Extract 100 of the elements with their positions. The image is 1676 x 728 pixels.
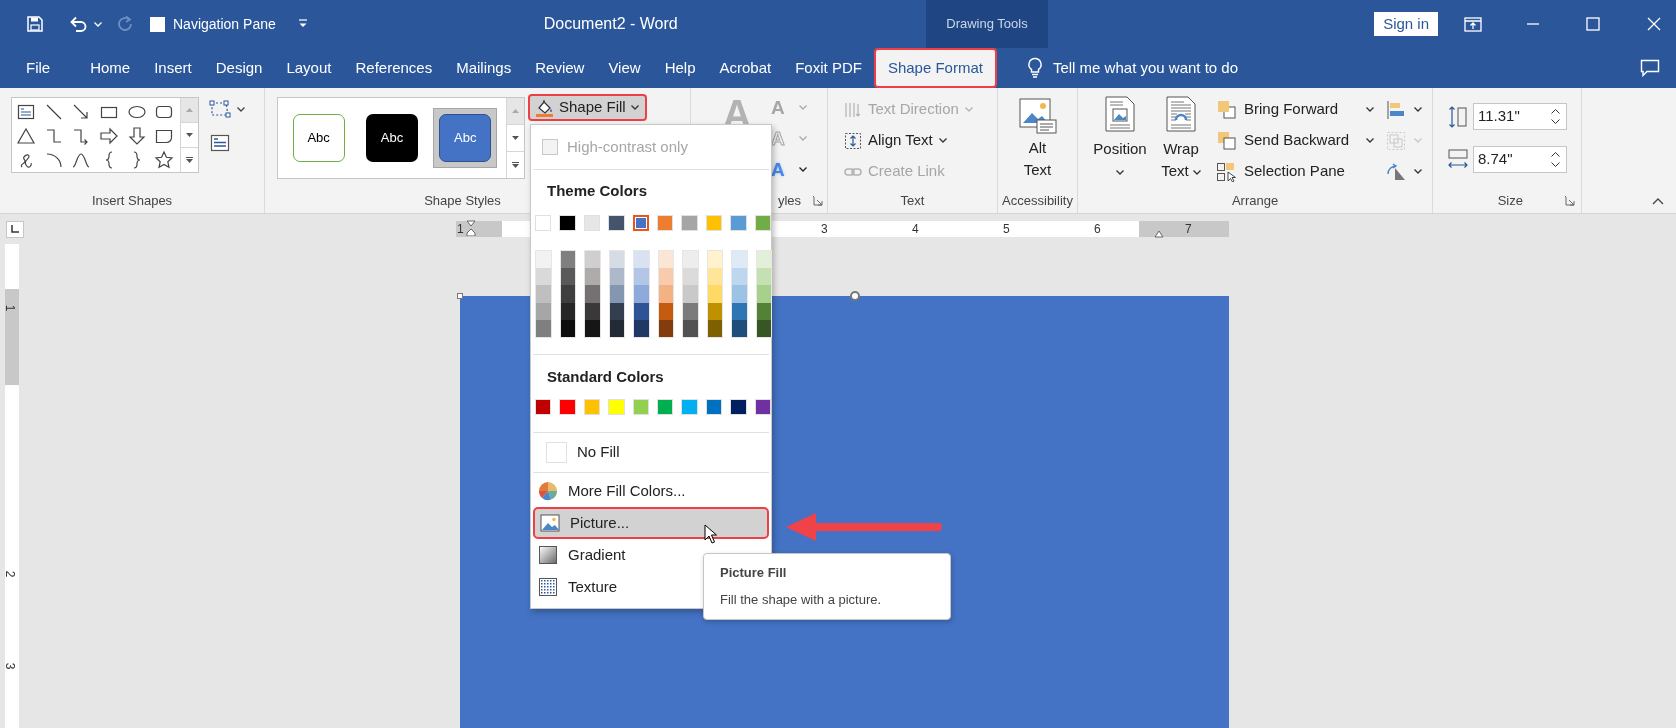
color-swatch[interactable] xyxy=(683,268,698,286)
color-swatch[interactable] xyxy=(707,268,722,286)
color-swatch[interactable] xyxy=(560,251,575,269)
spin-up-button[interactable] xyxy=(1551,152,1560,157)
alt-text-button[interactable]: Alt Text xyxy=(1017,98,1058,190)
maximize-icon[interactable] xyxy=(1586,17,1600,31)
right-arrow-icon[interactable] xyxy=(99,126,119,146)
group-label: Size xyxy=(1497,192,1523,211)
color-swatch[interactable] xyxy=(609,268,624,286)
redo-icon[interactable] xyxy=(116,15,134,33)
ribbon-tab[interactable]: Acrobat xyxy=(707,48,784,88)
color-swatch[interactable] xyxy=(536,285,551,303)
tell-me-search[interactable]: Tell me what you want to do xyxy=(1052,56,1239,80)
menu-item[interactable]: No Fill xyxy=(533,432,769,473)
wrap-text-button[interactable]: Wrap Text xyxy=(1156,96,1206,190)
width-field[interactable]: 8.74" xyxy=(1473,146,1567,173)
color-swatch[interactable] xyxy=(756,251,771,269)
color-swatch[interactable] xyxy=(732,268,747,286)
color-swatch[interactable] xyxy=(756,285,771,303)
align-text-button[interactable]: Align Text xyxy=(844,129,947,152)
indent-marker-icon[interactable] xyxy=(466,220,476,236)
caret-icon xyxy=(1414,107,1422,112)
height-field[interactable]: 11.31" xyxy=(1473,103,1567,130)
color-swatch[interactable] xyxy=(683,285,698,303)
more-icon xyxy=(186,157,193,163)
dialog-launcher-icon[interactable] xyxy=(813,196,823,207)
ribbon-tab[interactable]: Home xyxy=(78,48,143,88)
collapse-ribbon-icon[interactable] xyxy=(1652,198,1664,205)
color-swatch[interactable] xyxy=(634,268,649,286)
section-heading: Standard Colors xyxy=(547,367,664,385)
color-swatch[interactable] xyxy=(683,251,698,269)
save-icon[interactable] xyxy=(26,15,44,33)
color-swatch[interactable] xyxy=(609,251,624,269)
undo-icon[interactable] xyxy=(68,15,88,33)
caret-icon xyxy=(1366,107,1374,112)
ribbon-display-options-icon[interactable] xyxy=(1464,16,1482,32)
color-swatch[interactable] xyxy=(634,251,649,269)
color-swatch[interactable] xyxy=(634,285,649,303)
color-swatch[interactable] xyxy=(658,268,673,286)
color-swatch[interactable] xyxy=(658,285,673,303)
group-objects-icon xyxy=(1386,130,1406,151)
ribbon-tab[interactable]: Insert xyxy=(142,48,204,88)
ribbon-tab[interactable]: Review xyxy=(523,48,597,88)
close-icon[interactable] xyxy=(1647,17,1661,31)
more-icon xyxy=(512,162,519,168)
edit-shape-icon[interactable] xyxy=(209,99,231,119)
down-arrow-icon[interactable] xyxy=(126,126,147,146)
color-swatch[interactable] xyxy=(585,285,600,303)
ribbon-tab[interactable]: Help xyxy=(652,48,708,88)
star-icon[interactable] xyxy=(154,150,175,170)
caret-icon xyxy=(798,167,807,172)
sign-in-button[interactable]: Sign in xyxy=(1374,12,1438,36)
position-button[interactable]: Position xyxy=(1088,96,1152,190)
color-swatch[interactable] xyxy=(560,268,575,286)
color-swatch[interactable] xyxy=(707,251,722,269)
color-swatch[interactable] xyxy=(585,251,600,269)
right-indent-marker-icon[interactable] xyxy=(1154,230,1164,238)
color-swatch[interactable] xyxy=(632,215,650,231)
color-swatch[interactable] xyxy=(585,268,600,286)
ribbon-tab[interactable]: Foxit PDF xyxy=(783,48,874,88)
ribbon-tab[interactable]: File xyxy=(14,48,63,88)
shape-fill-button[interactable]: Shape Fill xyxy=(528,94,647,121)
ribbon-tab[interactable]: Mailings xyxy=(444,48,524,88)
text-box-icon[interactable] xyxy=(16,102,36,122)
color-swatch[interactable] xyxy=(732,251,747,269)
color-swatch[interactable] xyxy=(756,268,771,286)
color-swatch[interactable] xyxy=(560,285,575,303)
caret-icon xyxy=(964,107,973,112)
customize-toolbar-icon[interactable] xyxy=(297,19,308,29)
draw-text-box-icon[interactable] xyxy=(209,133,231,153)
resize-handle[interactable] xyxy=(457,293,463,299)
ruler-number: 1 xyxy=(457,221,464,237)
send-backward-button[interactable]: Send Backward xyxy=(1216,125,1374,156)
ribbon-tab[interactable]: View xyxy=(596,48,653,88)
rotate-handle[interactable] xyxy=(850,291,860,301)
comment-icon[interactable] xyxy=(1640,59,1660,77)
color-swatch[interactable] xyxy=(707,285,722,303)
color-swatch[interactable] xyxy=(732,285,747,303)
color-swatch[interactable] xyxy=(609,285,624,303)
dialog-launcher-icon[interactable] xyxy=(1565,196,1575,207)
selection-pane-button[interactable]: Selection Pane xyxy=(1216,156,1374,187)
color-swatch[interactable] xyxy=(536,251,551,269)
tab-selector[interactable] xyxy=(6,220,24,238)
ribbon-tab[interactable]: Layout xyxy=(274,48,344,88)
ribbon-tab[interactable]: Design xyxy=(203,48,275,88)
color-swatch[interactable] xyxy=(658,251,673,269)
color-swatch[interactable] xyxy=(536,268,551,286)
navigation-pane-checkbox[interactable] xyxy=(150,16,165,32)
spin-down-button[interactable] xyxy=(1551,119,1560,124)
spin-down-button[interactable] xyxy=(1551,162,1560,167)
bring-forward-button[interactable]: Bring Forward xyxy=(1216,94,1374,125)
triangle-up-icon xyxy=(512,109,519,113)
spin-up-button[interactable] xyxy=(1551,109,1560,114)
triangle-icon[interactable] xyxy=(16,126,36,146)
ribbon-tab[interactable]: Shape Format xyxy=(873,48,997,88)
ribbon-tab[interactable]: References xyxy=(343,48,445,88)
menu-item[interactable]: More Fill Colors... xyxy=(533,474,769,507)
navigation-pane-label: Navigation Pane xyxy=(173,14,276,34)
shape-style-preset[interactable]: Abc xyxy=(433,108,498,168)
menu-item[interactable]: Picture... xyxy=(533,506,769,539)
